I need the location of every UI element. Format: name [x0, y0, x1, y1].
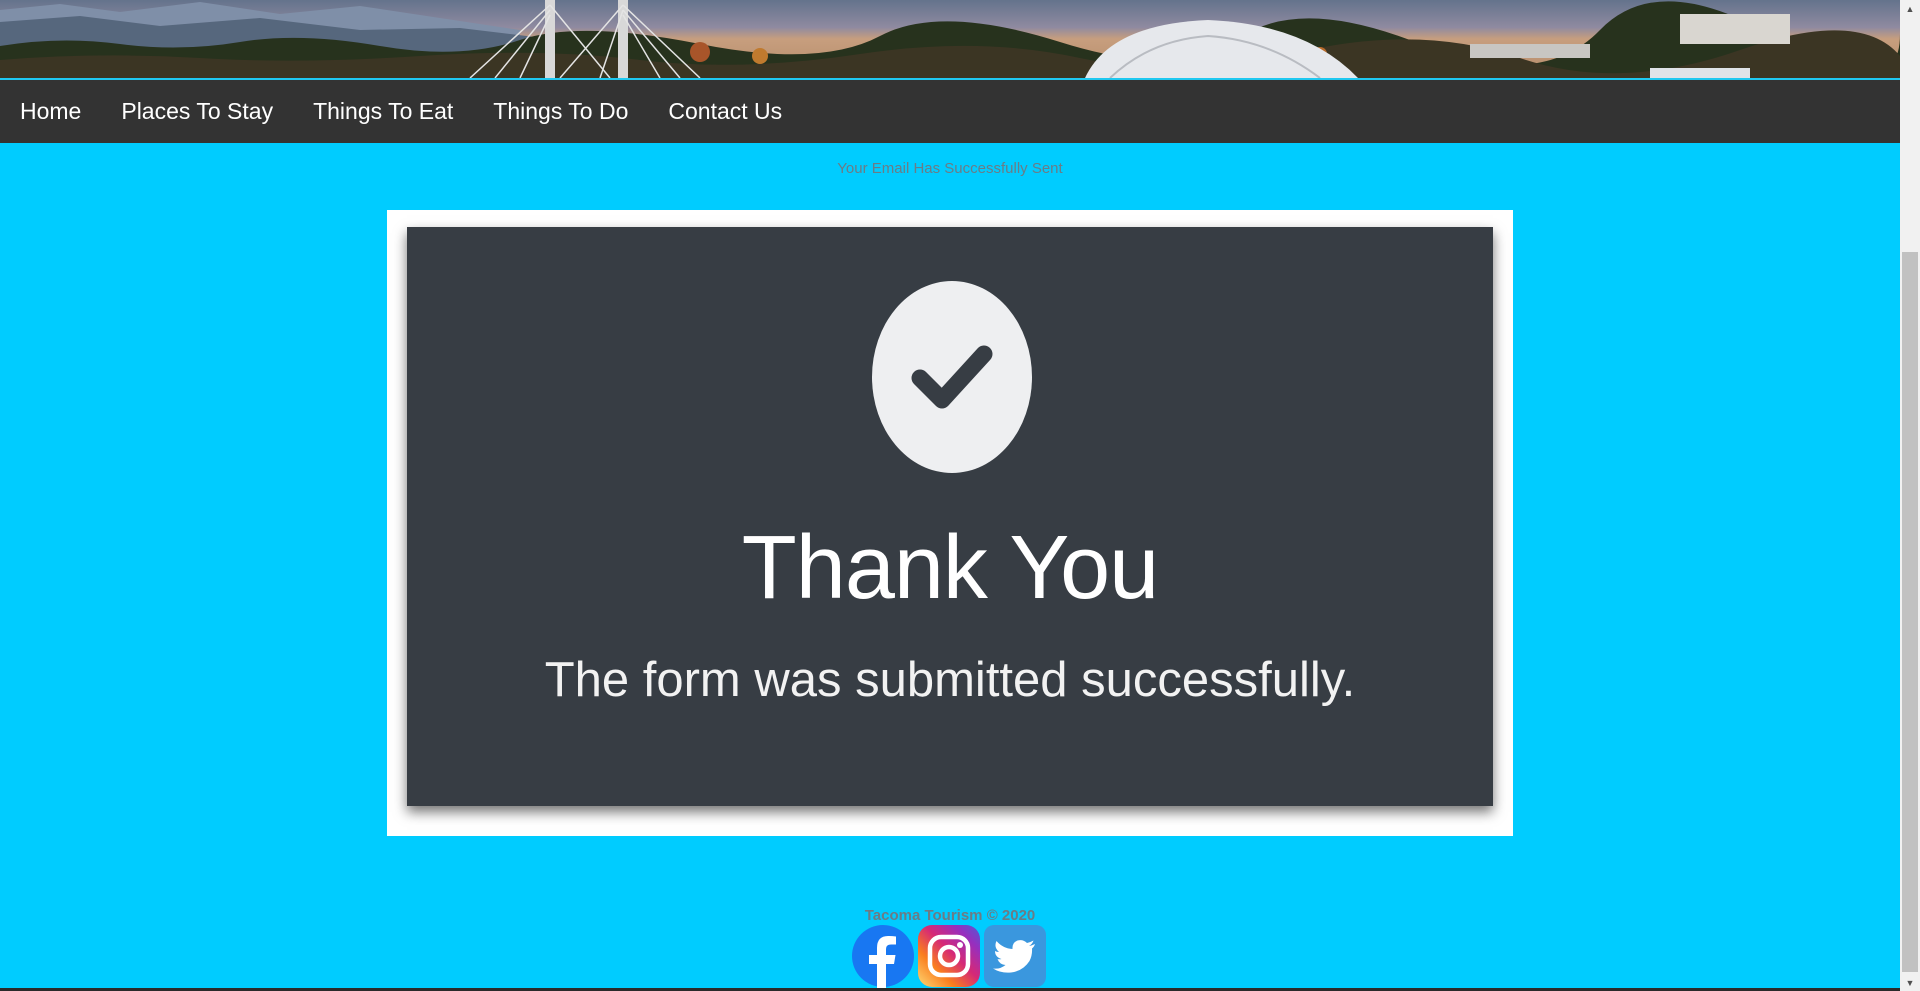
scroll-up-arrow-icon[interactable]: ▲	[1900, 0, 1920, 17]
social-links	[851, 924, 1047, 988]
nav-item-home[interactable]: Home	[0, 80, 101, 143]
nav-item-things-to-eat[interactable]: Things To Eat	[293, 80, 473, 143]
nav-item-contact-us[interactable]: Contact Us	[648, 80, 802, 143]
success-message: Your Email Has Successfully Sent	[837, 160, 1063, 177]
confirmation-card: Thank You The form was submitted success…	[407, 227, 1493, 806]
header-banner-image	[0, 0, 1900, 80]
facebook-icon[interactable]	[851, 924, 915, 988]
confirmation-image-frame: Thank You The form was submitted success…	[387, 210, 1513, 836]
footer-copyright: Tacoma Tourism © 2020	[864, 907, 1036, 924]
main-nav: Home Places To Stay Things To Eat Things…	[0, 80, 1900, 143]
vertical-scrollbar[interactable]: ▲ ▼	[1900, 0, 1920, 991]
nav-item-places-to-stay[interactable]: Places To Stay	[101, 80, 293, 143]
scrollbar-thumb[interactable]	[1902, 252, 1918, 972]
thank-you-title: Thank You	[741, 518, 1159, 618]
nav-item-things-to-do[interactable]: Things To Do	[473, 80, 648, 143]
twitter-icon[interactable]	[983, 924, 1047, 988]
scroll-down-arrow-icon[interactable]: ▼	[1900, 974, 1920, 991]
instagram-icon[interactable]	[917, 924, 981, 988]
check-icon	[872, 281, 1032, 473]
city-skyline-image	[0, 0, 1900, 78]
page: Home Places To Stay Things To Eat Things…	[0, 0, 1920, 991]
viewport: Home Places To Stay Things To Eat Things…	[0, 0, 1900, 991]
submission-subtitle: The form was submitted successfully.	[544, 653, 1356, 707]
